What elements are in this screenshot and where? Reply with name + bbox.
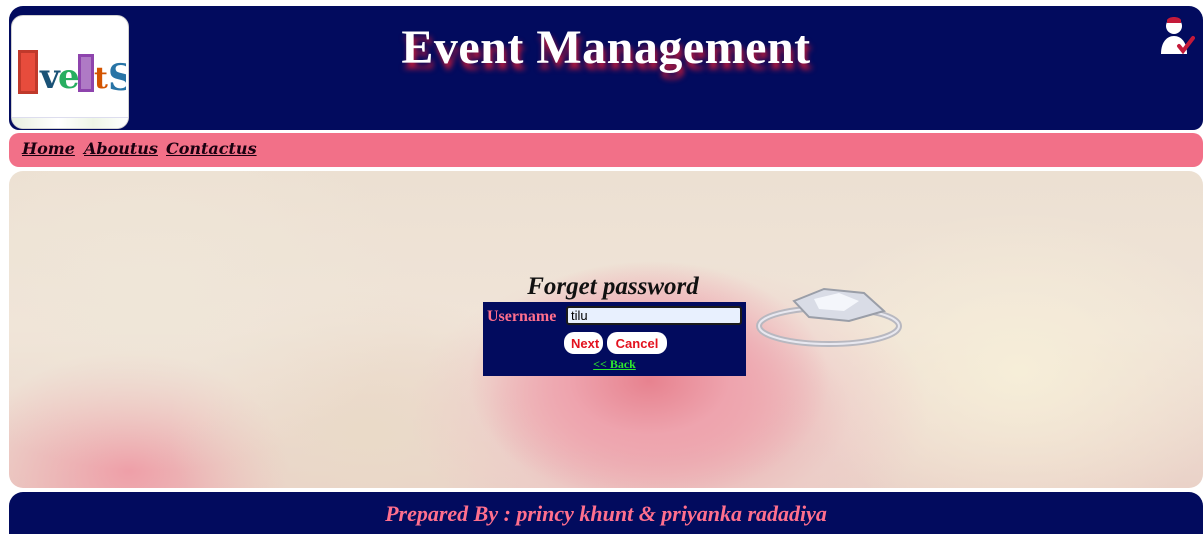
nav-item-home[interactable]: Home	[22, 139, 75, 158]
nav-item-aboutus[interactable]: Aboutus	[84, 139, 158, 158]
username-label: Username	[487, 308, 557, 325]
next-button[interactable]: Next	[564, 332, 603, 354]
site-title: Event Management	[401, 21, 811, 74]
back-link[interactable]: << Back	[483, 357, 746, 372]
footer-credits: Prepared By : princy khunt & priyanka ra…	[385, 501, 827, 526]
forget-password-form: Username Next Cancel << Back	[483, 302, 746, 376]
hero-rose-background: Forget password Username Next Cancel << …	[9, 171, 1203, 488]
forget-password-title: Forget password	[527, 273, 699, 300]
nav-item-contactus[interactable]: Contactus	[166, 139, 257, 158]
nav-bar: Home Aboutus Contactus	[9, 133, 1203, 167]
footer: Prepared By : princy khunt & priyanka ra…	[9, 492, 1203, 534]
page: v e t S Event Management Home Aboutus Co…	[0, 0, 1203, 534]
user-icon[interactable]	[1159, 16, 1195, 56]
username-input[interactable]	[566, 306, 742, 325]
cancel-button[interactable]: Cancel	[607, 332, 667, 354]
header-banner: v e t S Event Management	[9, 6, 1203, 130]
logo-footer-strip	[12, 117, 128, 128]
